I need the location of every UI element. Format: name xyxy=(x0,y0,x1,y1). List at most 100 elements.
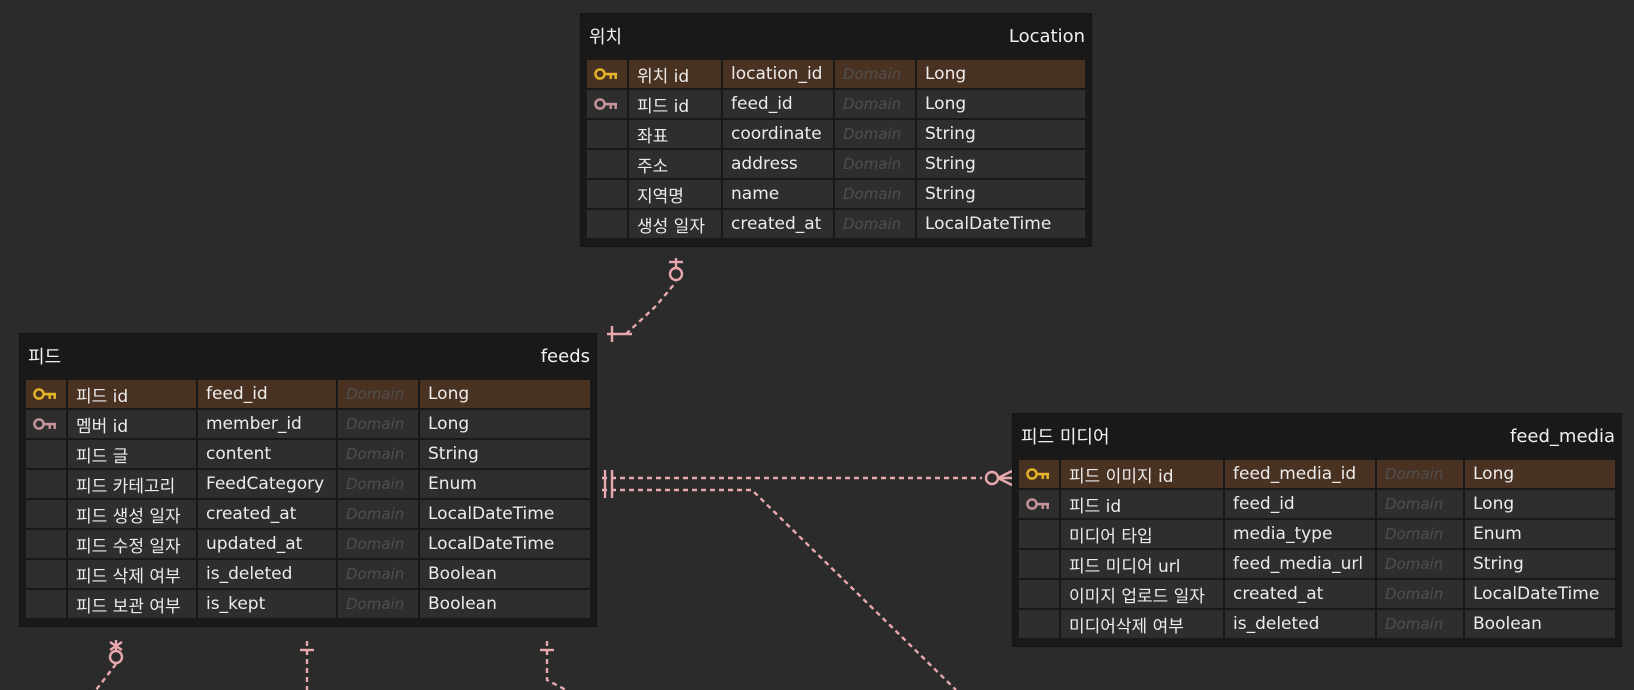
column-row[interactable]: 생성 일자 created_at Domain LocalDateTime xyxy=(587,210,1085,238)
column-logical-name: 피드 삭제 여부 xyxy=(68,560,196,588)
column-row[interactable]: 피드 카테고리 FeedCategory Domain Enum xyxy=(26,470,590,498)
relationship-feeds-down-left xyxy=(95,663,117,690)
column-domain: Domain xyxy=(1377,520,1463,548)
column-type: Boolean xyxy=(1465,610,1615,638)
entity-header[interactable]: 피드 미디어 feed_media xyxy=(1019,414,1615,458)
column-type: LocalDateTime xyxy=(917,210,1085,238)
column-domain: Domain xyxy=(338,410,418,438)
column-row[interactable]: 지역명 name Domain String xyxy=(587,180,1085,208)
column-logical-name: 지역명 xyxy=(629,180,721,208)
column-list: 피드 id feed_id Domain Long 멤버 id member_id Doma… xyxy=(24,378,592,620)
column-domain: Domain xyxy=(1377,460,1463,488)
relationship-end-optional xyxy=(984,470,1000,486)
column-row[interactable]: 피드 수정 일자 updated_at Domain LocalDateTime xyxy=(26,530,590,558)
column-row[interactable]: 미디어삭제 여부 is_deleted Domain Boolean xyxy=(1019,610,1615,638)
key-cell xyxy=(1019,580,1059,608)
column-type: String xyxy=(917,150,1085,178)
column-type: Long xyxy=(917,60,1085,88)
column-logical-name: 피드 id xyxy=(1061,490,1223,518)
foreign-key-icon xyxy=(1026,494,1052,514)
key-cell xyxy=(1019,490,1059,518)
column-type: LocalDateTime xyxy=(1465,580,1615,608)
column-logical-name: 피드 글 xyxy=(68,440,196,468)
key-cell xyxy=(26,590,66,618)
column-row[interactable]: 피드 글 content Domain String xyxy=(26,440,590,468)
foreign-key-icon xyxy=(33,414,59,434)
column-row[interactable]: 위치 id location_id Domain Long xyxy=(587,60,1085,88)
column-logical-name: 피드 보관 여부 xyxy=(68,590,196,618)
primary-key-icon xyxy=(1026,464,1052,484)
column-type: Long xyxy=(420,410,590,438)
column-row[interactable]: 피드 삭제 여부 is_deleted Domain Boolean xyxy=(26,560,590,588)
primary-key-icon xyxy=(33,384,59,404)
relationship-end-many xyxy=(109,640,123,651)
column-logical-name: 위치 id xyxy=(629,60,721,88)
column-row[interactable]: 피드 보관 여부 is_kept Domain Boolean xyxy=(26,590,590,618)
column-row[interactable]: 멤버 id member_id Domain Long xyxy=(26,410,590,438)
primary-key-icon xyxy=(594,64,620,84)
column-type: LocalDateTime xyxy=(420,530,590,558)
column-domain: Domain xyxy=(835,120,915,148)
column-domain: Domain xyxy=(338,470,418,498)
entity-table-name: feeds xyxy=(540,345,590,367)
key-cell xyxy=(587,60,627,88)
key-cell xyxy=(1019,520,1059,548)
column-logical-name: 이미지 업로드 일자 xyxy=(1061,580,1223,608)
relationship-end-optional xyxy=(108,649,124,665)
column-row[interactable]: 피드 id feed_id Domain Long xyxy=(1019,490,1615,518)
column-type: Long xyxy=(917,90,1085,118)
column-row[interactable]: 주소 address Domain String xyxy=(587,150,1085,178)
entity-header[interactable]: 위치 Location xyxy=(587,14,1085,58)
column-physical-name: created_at xyxy=(723,210,833,238)
column-domain: Domain xyxy=(835,150,915,178)
relationship-end-optional xyxy=(668,266,684,282)
column-row[interactable]: 피드 id feed_id Domain Long xyxy=(26,380,590,408)
column-physical-name: is_deleted xyxy=(198,560,336,588)
relationship-feeds-down-right xyxy=(545,641,567,690)
column-row[interactable]: 미디어 타입 media_type Domain Enum xyxy=(1019,520,1615,548)
entity-header[interactable]: 피드 feeds xyxy=(26,334,590,378)
entity-logical-name: 위치 xyxy=(589,27,623,48)
key-cell xyxy=(26,470,66,498)
entity-logical-name: 피드 xyxy=(28,347,62,368)
entity-feed-media[interactable]: 피드 미디어 feed_media 피드 이미지 id feed_media_id… xyxy=(1013,414,1621,646)
column-physical-name: feed_id xyxy=(1225,490,1375,518)
entity-location[interactable]: 위치 Location 위치 id location_id Domain Long 피드… xyxy=(581,14,1091,246)
key-cell xyxy=(1019,610,1059,638)
column-physical-name: created_at xyxy=(198,500,336,528)
column-domain: Domain xyxy=(835,210,915,238)
entity-feeds[interactable]: 피드 feeds 피드 id feed_id Domain Long 멤버 id memb… xyxy=(20,334,596,626)
column-physical-name: is_deleted xyxy=(1225,610,1375,638)
column-list: 위치 id location_id Domain Long 피드 id feed_id Do… xyxy=(585,58,1087,240)
column-domain: Domain xyxy=(338,380,418,408)
key-cell xyxy=(587,120,627,148)
column-logical-name: 피드 생성 일자 xyxy=(68,500,196,528)
key-cell xyxy=(587,90,627,118)
column-list: 피드 이미지 id feed_media_id Domain Long 피드 id fee… xyxy=(1017,458,1617,640)
column-logical-name: 생성 일자 xyxy=(629,210,721,238)
column-row[interactable]: 피드 생성 일자 created_at Domain LocalDateTime xyxy=(26,500,590,528)
column-logical-name: 주소 xyxy=(629,150,721,178)
column-row[interactable]: 피드 미디어 url feed_media_url Domain String xyxy=(1019,550,1615,578)
column-type: String xyxy=(1465,550,1615,578)
column-logical-name: 미디어삭제 여부 xyxy=(1061,610,1223,638)
column-row[interactable]: 좌표 coordinate Domain String xyxy=(587,120,1085,148)
column-domain: Domain xyxy=(835,180,915,208)
relationship-feeds-offscreen xyxy=(602,488,957,690)
column-row[interactable]: 이미지 업로드 일자 created_at Domain LocalDateTime xyxy=(1019,580,1615,608)
column-domain: Domain xyxy=(1377,610,1463,638)
key-cell xyxy=(26,560,66,588)
column-physical-name: media_type xyxy=(1225,520,1375,548)
column-domain: Domain xyxy=(1377,580,1463,608)
column-physical-name: feed_id xyxy=(198,380,336,408)
column-row[interactable]: 피드 이미지 id feed_media_id Domain Long xyxy=(1019,460,1615,488)
column-physical-name: FeedCategory xyxy=(198,470,336,498)
column-row[interactable]: 피드 id feed_id Domain Long xyxy=(587,90,1085,118)
column-physical-name: feed_media_url xyxy=(1225,550,1375,578)
key-cell xyxy=(587,210,627,238)
column-domain: Domain xyxy=(338,440,418,468)
column-type: Long xyxy=(420,380,590,408)
column-type: Boolean xyxy=(420,560,590,588)
column-type: String xyxy=(917,180,1085,208)
column-physical-name: coordinate xyxy=(723,120,833,148)
